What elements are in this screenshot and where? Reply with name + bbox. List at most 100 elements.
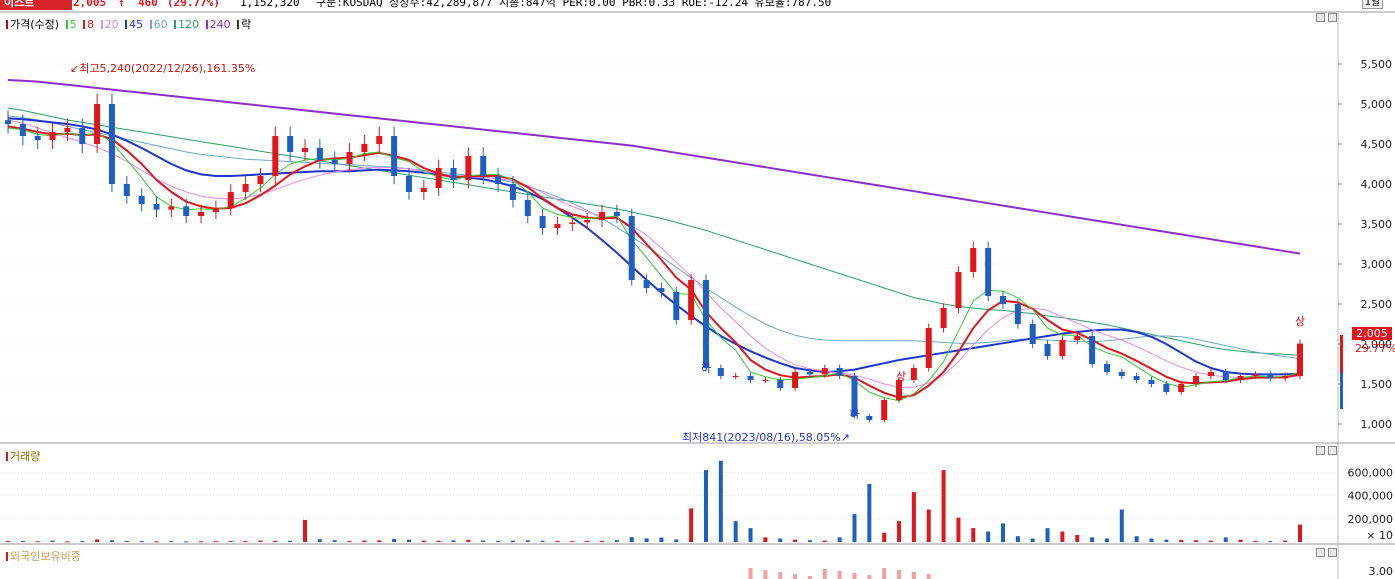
candle-body (940, 308, 947, 328)
candle-body (1163, 384, 1170, 392)
candle-body (866, 416, 873, 420)
volume-bar (837, 537, 842, 542)
candle-body (1059, 340, 1066, 356)
volume-bar (317, 539, 322, 542)
volume-bar (1119, 509, 1124, 542)
foreign-panel-label[interactable]: 외국인보유비중 (6, 548, 81, 564)
candle-body (702, 280, 709, 368)
candle-body (881, 400, 888, 420)
volume-unit-label: × 10 (1366, 529, 1393, 542)
candle-body (480, 156, 487, 176)
foreign-bar (748, 568, 753, 579)
candle-body (836, 368, 843, 376)
volume-bar (436, 540, 441, 542)
candle-body (1193, 376, 1200, 384)
candle-body (49, 132, 56, 140)
volume-bar (1090, 537, 1095, 542)
candle-body (420, 188, 427, 192)
volume-bar (510, 540, 515, 542)
legend-ma20-label: 20 (104, 18, 119, 31)
candle-body (19, 124, 26, 136)
legend-item-ma60[interactable]: 60 (149, 18, 168, 31)
volume-bar (362, 540, 367, 542)
volume-panel-label[interactable]: 거래량 (6, 448, 40, 464)
candle-body (495, 176, 502, 184)
foreign-bar (763, 570, 768, 579)
candle-body (34, 136, 41, 140)
volume-bar (1000, 523, 1005, 542)
candle-body (272, 136, 279, 176)
legend-ma45-label: 45 (129, 18, 144, 31)
foreign-bar (793, 574, 798, 579)
stock-chart-window: 이스트 2,005 ↑ 460 (29.77%) 1,152,320 구분:KO… (0, 0, 1395, 579)
foreign-bar (837, 571, 842, 579)
candle-body (777, 380, 784, 388)
price-tick-label: 3,500 (1361, 218, 1393, 231)
price-legend: 가격(수정) 5 8 20 45 60 120 240 락 (6, 16, 254, 32)
price-tick-label: 5,000 (1361, 98, 1393, 111)
price-panel-maximize-button[interactable] (1328, 13, 1337, 22)
volume-bar (1283, 540, 1288, 542)
legend-item-lock[interactable]: 락 (237, 18, 251, 31)
candle-body (64, 128, 71, 132)
legend-item-ma120[interactable]: 120 (174, 18, 199, 31)
legend-item-ma20[interactable]: 20 (100, 18, 119, 31)
volume-bar (1060, 531, 1065, 542)
volume-bar (629, 537, 634, 542)
current-price-marker: 2,005 (1352, 327, 1392, 340)
volume-bar (228, 540, 233, 542)
volume-panel-minimize-button[interactable] (1316, 446, 1325, 455)
candle-body (1222, 372, 1229, 380)
volume-panel-maximize-button[interactable] (1328, 446, 1337, 455)
legend-item-price[interactable]: 가격(수정) (6, 18, 59, 31)
legend-ma5-label: 5 (69, 18, 77, 31)
volume-bar (852, 514, 857, 542)
foreign-panel-minimize-button[interactable] (1316, 548, 1325, 557)
candle-body (1252, 374, 1259, 376)
volume-bar (1268, 540, 1273, 542)
candle-body (732, 376, 739, 377)
volume-tick-label: 600,000 (1348, 466, 1394, 479)
candle-body (628, 216, 635, 280)
volume-bar (778, 538, 783, 542)
candle-body (435, 168, 442, 188)
price-range-strip-up (1340, 335, 1343, 373)
candle-body (94, 104, 101, 144)
volume-bar (65, 541, 70, 543)
candle-body (554, 224, 561, 228)
volume-bar (585, 540, 590, 542)
volume-bar (1045, 528, 1050, 542)
volume-bar (570, 541, 575, 543)
legend-item-ma5[interactable]: 5 (65, 18, 77, 31)
foreign-bar (867, 575, 872, 579)
volume-bar (1075, 535, 1080, 542)
volume-bar (1208, 540, 1213, 542)
volume-bar (273, 540, 278, 542)
candle-body (346, 152, 353, 164)
limit-down-marker: 하 (849, 407, 859, 421)
candle-body (658, 288, 665, 292)
volume-bar (807, 540, 812, 542)
candle-body (198, 212, 205, 216)
legend-item-ma240[interactable]: 240 (205, 18, 231, 31)
candle-body (465, 156, 472, 180)
legend-item-ma8[interactable]: 8 (83, 18, 94, 31)
candle-body (1074, 336, 1081, 340)
price-panel-minimize-button[interactable] (1316, 13, 1325, 22)
volume-bar (1134, 536, 1139, 542)
volume-bar (867, 484, 872, 542)
volume-bar (1298, 524, 1302, 542)
volume-bar (392, 538, 397, 542)
price-tick-label: 4,500 (1361, 138, 1393, 151)
legend-item-ma45[interactable]: 45 (125, 18, 143, 31)
volume-bar (258, 540, 263, 542)
candle-body (1207, 372, 1214, 376)
volume-bar (971, 528, 976, 542)
candle-body (1089, 336, 1096, 364)
volume-bar (80, 541, 85, 543)
foreign-panel-maximize-button[interactable] (1328, 548, 1337, 557)
candle-body (910, 368, 917, 380)
volume-bar (288, 540, 293, 542)
candle-body (584, 220, 591, 223)
foreign-bar (778, 572, 783, 579)
